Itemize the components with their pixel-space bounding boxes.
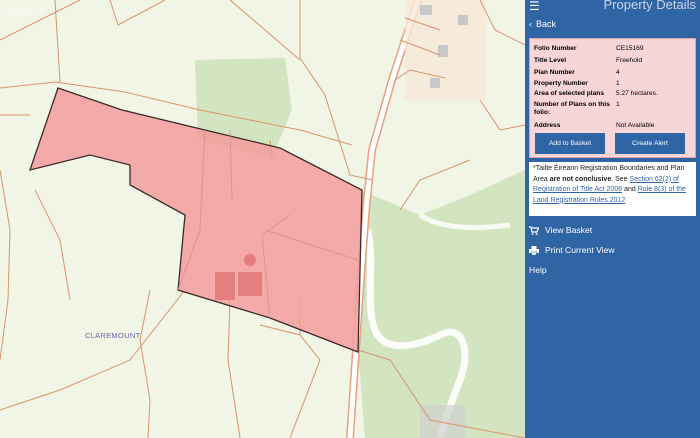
detail-value: Freehold [616,57,643,64]
map-view[interactable]: roperty.ie CLAREMOUNT [0,0,525,438]
notice-text: . See [611,175,628,183]
building [430,78,440,88]
add-to-basket-button[interactable]: Add to Basket [535,133,605,154]
view-basket-label: View Basket [545,225,593,235]
detail-value: CE15169 [616,45,644,52]
detail-value: Not Available [616,122,655,129]
forest-area [358,170,525,438]
print-icon [529,245,539,255]
back-button[interactable]: ‹ Back [529,19,556,29]
building [420,5,432,15]
detail-key: Area of selected plans [534,90,604,97]
back-label: Back [536,19,557,29]
detail-key: Title Level [534,57,567,64]
detail-value: 1 [616,80,620,87]
create-alert-button[interactable]: Create Alert [615,133,685,154]
place-label: CLAREMOUNT [85,331,141,340]
detail-key: Plan Number [534,69,575,76]
building [238,272,262,296]
view-basket-button[interactable]: View Basket [529,225,592,235]
property-details-box: Folio Number CE15169 Title Level Freehol… [529,38,696,158]
cart-icon [529,225,539,235]
building [215,272,235,300]
chevron-left-icon: ‹ [529,19,532,29]
detail-value: 5.27 hectares. [616,90,658,97]
hamburger-menu-icon[interactable]: ☰ [529,0,540,12]
print-current-view-label: Print Current View [545,245,615,255]
panel-header: ☰ Property Details [525,0,700,14]
building [458,15,468,25]
help-label: Help [529,265,547,275]
notice-text: and [624,186,636,193]
map-canvas[interactable] [0,0,525,438]
help-button[interactable]: Help [529,265,547,275]
detail-key: Number of Plans on this folio: [534,101,610,116]
detail-key: Property Number [534,80,588,87]
notice-bold-text: are not conclusive [549,175,612,183]
detail-value: 1 [616,101,620,108]
panel-title: Property Details [603,0,696,12]
property-details-panel: ☰ Property Details ‹ Back Folio Number C… [525,0,700,438]
detail-key: Address [534,122,561,129]
registration-notice: *Tailte Éireann Registration Boundaries … [529,162,696,216]
detail-value: 4 [616,69,620,76]
detail-key: Folio Number [534,45,577,52]
watermark-text: roperty.ie [4,6,45,17]
print-current-view-button[interactable]: Print Current View [529,245,615,255]
building [420,405,465,438]
